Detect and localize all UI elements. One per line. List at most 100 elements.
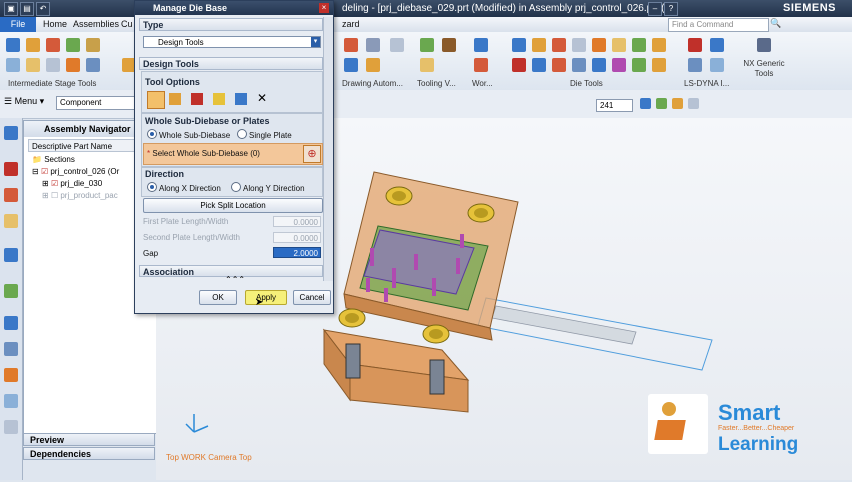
tool-icon[interactable] <box>512 58 526 72</box>
first-plate-field[interactable]: 0.0000 <box>273 216 321 227</box>
tool-icon[interactable] <box>552 58 566 72</box>
view-icon[interactable] <box>656 98 667 109</box>
move-plate-icon[interactable] <box>169 93 181 105</box>
tool-icon[interactable] <box>86 38 100 52</box>
nx-generic-tools-icon[interactable] <box>757 38 771 52</box>
tab-home[interactable]: Home <box>43 19 67 29</box>
tool-icon[interactable] <box>6 38 20 52</box>
tab-cut[interactable]: Cu <box>121 19 133 29</box>
help-icon[interactable]: ? <box>664 2 678 16</box>
checkbox-icon[interactable]: ☑ <box>51 179 58 188</box>
history-icon[interactable] <box>4 284 18 298</box>
undo-icon[interactable]: ↶ <box>36 2 50 16</box>
type-dropdown[interactable]: Design Tools <box>143 36 321 48</box>
apply-button[interactable]: Apply <box>245 290 287 305</box>
checkbox-icon[interactable]: ☑ <box>41 167 48 176</box>
tool-icon[interactable] <box>366 58 380 72</box>
tool-icon[interactable] <box>26 58 40 72</box>
system-materials-icon[interactable] <box>4 394 18 408</box>
close-icon[interactable]: × <box>319 3 329 13</box>
save-icon[interactable]: ▤ <box>20 2 34 16</box>
eraser-icon[interactable] <box>213 93 225 105</box>
tool-icon[interactable] <box>420 38 434 52</box>
tool-icon[interactable] <box>592 38 606 52</box>
tool-icon[interactable] <box>420 58 434 72</box>
plate-stack-icon[interactable] <box>191 93 203 105</box>
tool-icon[interactable] <box>652 58 666 72</box>
along-x-radio[interactable]: Along X Direction <box>147 182 221 193</box>
tool-icon[interactable] <box>612 38 626 52</box>
crosshair-icon[interactable]: ⊕ <box>303 145 321 163</box>
constraint-navigator-icon[interactable] <box>4 162 18 176</box>
part-navigator-icon[interactable] <box>4 188 18 202</box>
inspect-icon[interactable] <box>235 93 247 105</box>
tab-wizard[interactable]: zard <box>342 19 360 29</box>
settings-icon[interactable] <box>4 420 18 434</box>
tool-icon[interactable] <box>366 38 380 52</box>
dependencies-panel-header[interactable]: Dependencies <box>23 447 155 460</box>
tool-icon[interactable] <box>612 58 626 72</box>
tool-icon[interactable] <box>46 38 60 52</box>
zoom-select[interactable]: 241 <box>596 99 633 112</box>
tool-icon[interactable] <box>66 58 80 72</box>
checkbox-icon[interactable]: ☐ <box>51 191 58 200</box>
view-icon[interactable] <box>672 98 683 109</box>
chevron-down-icon[interactable]: ▾ <box>311 37 320 47</box>
tool-icon[interactable] <box>474 58 488 72</box>
tool-icon[interactable] <box>86 58 100 72</box>
tool-icon[interactable] <box>46 58 60 72</box>
tool-icon[interactable] <box>652 38 666 52</box>
single-plate-radio[interactable]: Single Plate <box>237 129 292 140</box>
find-command-input[interactable]: Find a Command <box>668 18 769 32</box>
second-plate-field[interactable]: 0.0000 <box>273 232 321 243</box>
tool-icon[interactable] <box>532 58 546 72</box>
cancel-button[interactable]: Cancel <box>293 290 331 305</box>
minimize-window-icon[interactable]: – <box>648 2 662 16</box>
tab-assemblies[interactable]: Assemblies <box>73 19 119 29</box>
tool-icon[interactable] <box>532 38 546 52</box>
whole-sub-diebase-radio[interactable]: Whole Sub-Diebase <box>147 129 230 140</box>
tree-item-die[interactable]: ⊞ ☑ prj_die_030 <box>42 179 102 188</box>
dialog-scrollbar[interactable] <box>323 17 333 281</box>
ok-button[interactable]: OK <box>199 290 237 305</box>
tool-icon[interactable] <box>688 38 702 52</box>
web-browser-icon[interactable] <box>4 248 18 262</box>
process-studio-icon[interactable] <box>4 342 18 356</box>
along-y-radio[interactable]: Along Y Direction <box>231 182 305 193</box>
pick-split-location-button[interactable]: Pick Split Location <box>143 198 323 213</box>
gap-field[interactable]: 2.0000 <box>273 247 321 258</box>
type-section-header[interactable]: Type <box>139 18 323 31</box>
tool-icon[interactable] <box>710 58 724 72</box>
assembly-navigator-tab-icon[interactable] <box>4 126 18 140</box>
split-die-base-icon[interactable] <box>147 91 165 109</box>
clock-icon[interactable] <box>4 316 18 330</box>
tree-item-control[interactable]: ⊟ ☑ prj_control_026 (Or <box>32 167 119 176</box>
tool-icon[interactable] <box>26 38 40 52</box>
tool-icon[interactable] <box>66 38 80 52</box>
design-tools-section-header[interactable]: Design Tools <box>139 57 323 70</box>
tool-icon[interactable] <box>552 38 566 52</box>
tool-icon[interactable] <box>512 38 526 52</box>
tool-icon[interactable] <box>6 58 20 72</box>
collapse-more-icon[interactable]: ⌃⌃⌃ <box>225 275 245 284</box>
tool-icon[interactable] <box>344 38 358 52</box>
tool-icon[interactable] <box>688 58 702 72</box>
tool-icon[interactable] <box>572 38 586 52</box>
tool-icon[interactable] <box>344 58 358 72</box>
reuse-library-icon[interactable] <box>4 214 18 228</box>
tool-icon[interactable] <box>572 58 586 72</box>
tool-icon[interactable] <box>632 58 646 72</box>
view-icon[interactable] <box>688 98 699 109</box>
tree-item-product[interactable]: ⊞ ☐ prj_product_pac <box>42 191 118 200</box>
tree-item-sections[interactable]: 📁 Sections <box>32 155 75 164</box>
preview-panel-header[interactable]: Preview <box>23 433 155 446</box>
menu-button[interactable]: ☰ Menu ▾ <box>4 96 44 107</box>
delete-icon[interactable]: ✕ <box>257 91 267 105</box>
search-icon[interactable]: 🔍 <box>770 18 781 29</box>
app-icon[interactable]: ▣ <box>4 2 18 16</box>
tool-icon[interactable] <box>592 58 606 72</box>
file-menu[interactable]: File <box>0 17 36 32</box>
tool-icon[interactable] <box>474 38 488 52</box>
component-filter-select[interactable]: Component <box>56 96 139 110</box>
view-icon[interactable] <box>640 98 651 109</box>
